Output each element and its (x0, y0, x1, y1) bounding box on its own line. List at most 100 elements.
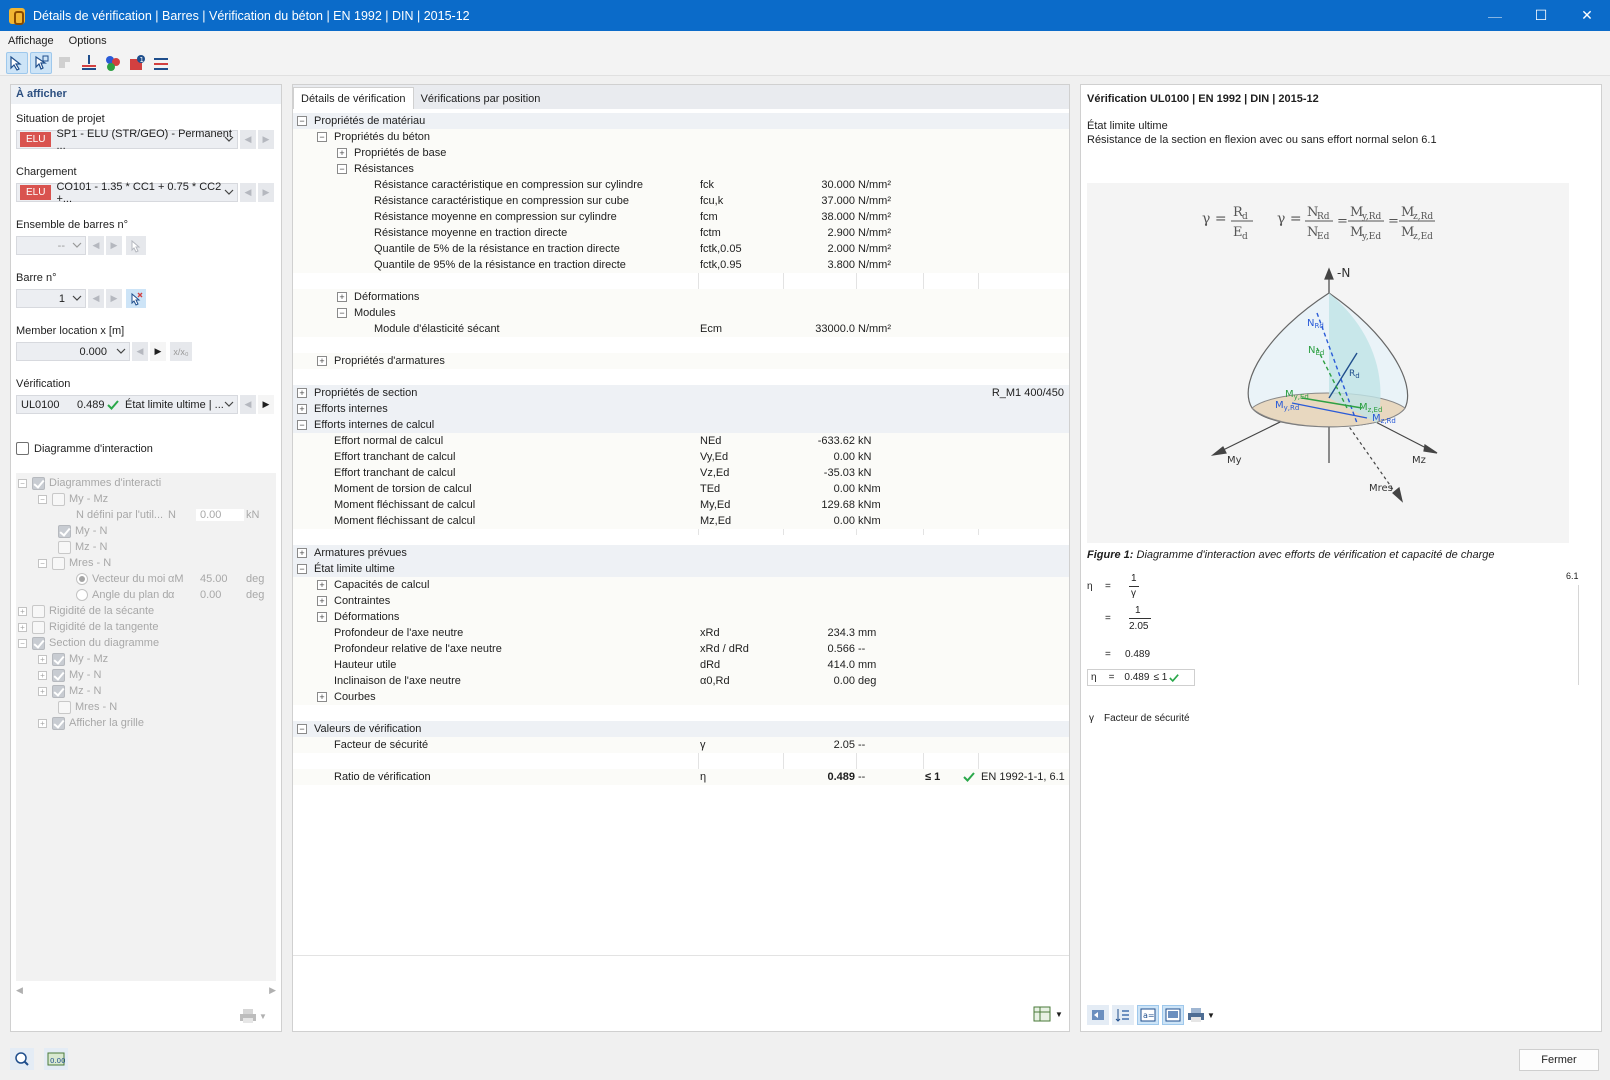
row-reinforcement-props[interactable]: + Propriétés d'armatures (293, 353, 1069, 369)
tab-details[interactable]: Détails de vérification (293, 87, 414, 109)
next-location-button[interactable]: ▶ (150, 342, 166, 361)
tree-item-mz-n[interactable]: Mz - N (58, 539, 107, 555)
angle-radio[interactable] (76, 589, 88, 601)
disabled-tool-button[interactable] (54, 52, 76, 74)
project-situation-select[interactable]: ELU SP1 - ELU (STR/GEO) - Permanent ... (16, 128, 238, 152)
expand-icon[interactable]: + (297, 404, 307, 414)
menu-affichage[interactable]: Affichage (0, 35, 61, 47)
collapse-icon[interactable]: − (317, 132, 327, 142)
tree-checkbox[interactable] (58, 540, 71, 554)
vector-radio[interactable] (76, 573, 88, 585)
tree-item-section-mres-n[interactable]: Mres - N (58, 699, 117, 715)
tree-item-section-my-n[interactable]: + My - N (38, 667, 101, 683)
prev-loading-button[interactable]: ◀ (240, 183, 256, 202)
loading-select[interactable]: ELU CO101 - 1.35 * CC1 + 0.75 * CC2 +... (16, 181, 238, 205)
close-button[interactable]: Fermer (1519, 1049, 1599, 1071)
expand-icon[interactable]: + (317, 596, 327, 606)
pick-member-button[interactable] (126, 289, 146, 308)
expand-icon[interactable]: + (317, 612, 327, 622)
tree-item-grid[interactable]: + Afficher la grille (38, 715, 144, 731)
prev-situation-button[interactable]: ◀ (240, 130, 256, 149)
prev-location-button[interactable]: ◀ (132, 342, 148, 361)
row-uls[interactable]: − État limite ultime (293, 561, 1069, 577)
row-check-values[interactable]: − Valeurs de vérification (293, 721, 1069, 737)
tree-checkbox[interactable] (32, 476, 45, 490)
interaction-diagram-toggle[interactable]: Diagramme d'interaction (16, 442, 153, 455)
tree-checkbox[interactable] (58, 524, 71, 538)
tree-item-tangent[interactable]: + Rigidité de la tangente (18, 619, 158, 635)
results-colors-button[interactable] (102, 52, 124, 74)
expand-icon[interactable]: + (38, 670, 47, 680)
tree-checkbox[interactable] (32, 620, 45, 634)
location-input[interactable]: 0.000 (16, 342, 130, 361)
next-loading-button[interactable]: ▶ (258, 183, 274, 202)
expand-icon[interactable]: + (297, 388, 307, 398)
multi-select-button[interactable] (30, 51, 52, 74)
collapse-icon[interactable]: − (38, 494, 47, 504)
expand-icon[interactable]: + (317, 356, 327, 366)
member-set-select[interactable]: -- (16, 236, 86, 255)
expand-icon[interactable]: + (317, 580, 327, 590)
member-select[interactable]: 1 (16, 289, 86, 308)
tree-item-vector[interactable]: Vecteur du moi αM 45.00 deg (76, 571, 276, 587)
expand-icon[interactable]: + (38, 686, 47, 696)
prev-member-button[interactable]: ◀ (88, 289, 104, 308)
row-curves[interactable]: + Courbes (293, 689, 1069, 705)
row-internal-forces[interactable]: + Efforts internes (293, 401, 1069, 417)
next-member-button[interactable]: ▶ (106, 289, 122, 308)
row-deformations[interactable]: + Déformations (293, 289, 1069, 305)
row-provided-reinforcement[interactable]: + Armatures prévues (293, 545, 1069, 561)
collapse-icon[interactable]: − (18, 638, 27, 648)
verification-select[interactable]: UL0100 0.489 État limite ultime | ... (16, 395, 238, 414)
tree-item-my-n[interactable]: My - N (58, 523, 107, 539)
minimize-button[interactable]: — (1472, 0, 1518, 31)
collapse-icon[interactable]: − (297, 564, 307, 574)
expand-icon[interactable]: + (337, 292, 347, 302)
collapse-icon[interactable]: − (38, 558, 47, 568)
select-tool-button[interactable] (6, 51, 28, 74)
expand-icon[interactable]: + (38, 654, 47, 664)
collapse-icon[interactable]: − (297, 116, 307, 126)
row-concrete-props[interactable]: − Propriétés du béton (293, 129, 1069, 145)
tree-item-section-my-mz[interactable]: + My - Mz (38, 651, 108, 667)
collapse-icon[interactable]: − (297, 420, 307, 430)
expand-icon[interactable]: + (38, 718, 47, 728)
print-button[interactable]: ▼ (239, 1007, 273, 1025)
next-verification-button[interactable]: ▶ (258, 395, 274, 414)
export-button[interactable]: ▼ (1033, 1005, 1063, 1023)
tree-checkbox[interactable] (58, 700, 71, 714)
expand-icon[interactable]: + (18, 622, 27, 632)
horizontal-scrollbar[interactable]: ◀ ▶ (16, 985, 276, 999)
next-member-set-button[interactable]: ▶ (106, 236, 122, 255)
tree-value-input[interactable]: 0.00 (196, 509, 244, 521)
collapse-icon[interactable]: − (337, 164, 347, 174)
prev-verification-button[interactable]: ◀ (240, 395, 256, 414)
tree-item-section-mz-n[interactable]: + Mz - N (38, 683, 101, 699)
row-basic-props[interactable]: + Propriétés de base (293, 145, 1069, 161)
tree-value-input[interactable]: 0.00 (196, 589, 244, 601)
tree-checkbox[interactable] (52, 492, 65, 506)
expand-icon[interactable]: + (18, 606, 27, 616)
help-button[interactable] (10, 1048, 34, 1070)
expand-icon[interactable]: + (337, 148, 347, 158)
collapse-icon[interactable]: − (297, 724, 307, 734)
units-button[interactable]: 0.00 (44, 1048, 68, 1070)
member-view-button[interactable] (78, 52, 100, 74)
tree-checkbox[interactable] (32, 636, 45, 650)
row-design-forces[interactable]: − Efforts internes de calcul (293, 417, 1069, 433)
scroll-right-icon[interactable]: ▶ (269, 985, 276, 999)
relative-location-button[interactable]: x/x₀ (170, 342, 192, 361)
expand-icon[interactable]: + (317, 692, 327, 702)
tree-item-my-mz[interactable]: − My - Mz (38, 491, 108, 507)
maximize-button[interactable]: ☐ (1518, 0, 1564, 31)
scroll-left-icon[interactable]: ◀ (16, 985, 23, 999)
image-toggle-button[interactable] (1162, 1005, 1184, 1025)
row-stresses[interactable]: + Contraintes (293, 593, 1069, 609)
row-strengths[interactable]: − Résistances (293, 161, 1069, 177)
report-print-button[interactable]: ▼ (1187, 1005, 1215, 1025)
expand-icon[interactable]: + (297, 548, 307, 558)
tree-value-input[interactable]: 45.00 (196, 573, 244, 585)
tree-checkbox[interactable] (52, 668, 65, 682)
row-modules[interactable]: − Modules (293, 305, 1069, 321)
close-window-button[interactable]: ✕ (1564, 0, 1610, 31)
